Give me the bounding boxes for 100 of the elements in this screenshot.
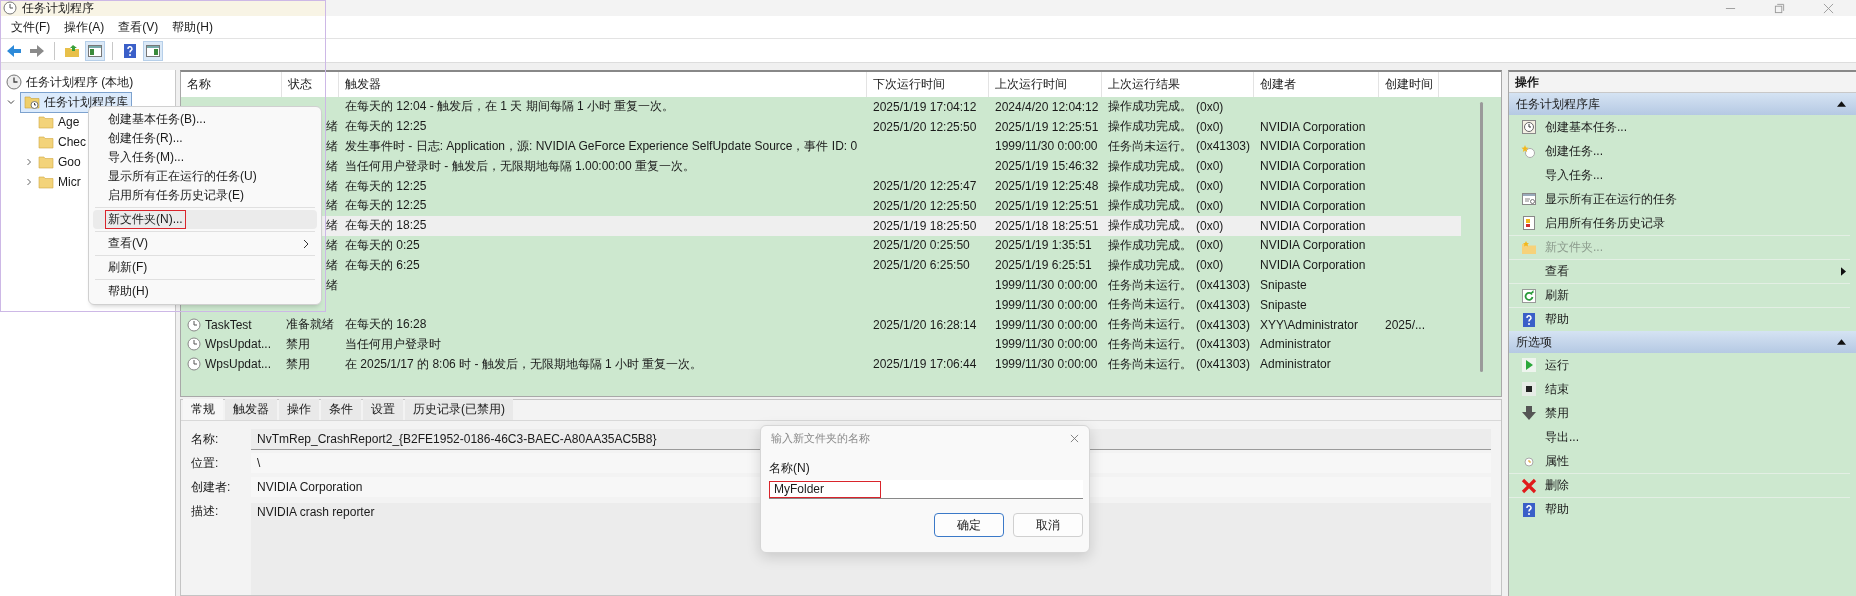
table-cell: 1999/11/30 0:00:00 (995, 337, 1098, 352)
dialog-title: 输入新文件夹的名称 (771, 430, 870, 446)
table-cell-text: 操作成功完成。 (1108, 197, 1193, 215)
table-cell-text: (0x0) (1196, 218, 1225, 233)
table-cell: XYY\Administrator (1260, 317, 1359, 332)
table-cell: 2025/... (1385, 317, 1426, 332)
table-cell-text: 操作成功完成。 (1108, 118, 1193, 136)
table-cell-text: (0x41303) (1196, 317, 1252, 332)
field-label: 位置: (191, 454, 220, 472)
field-label: 描述: (191, 503, 220, 520)
table-cell: 禁用 (286, 355, 310, 373)
table-cell: 在每天的 12:25 (345, 197, 427, 215)
table-cell: 在每天的 16:28 (345, 316, 427, 334)
panel-title: 操作 (1509, 72, 1856, 93)
table-cell-text: (0x0) (1196, 198, 1225, 213)
table-cell: NVIDIA Corporation (1260, 258, 1366, 273)
table-cell: 2024/4/20 12:04:12 (995, 99, 1099, 114)
table-cell: 绪 (326, 276, 339, 294)
table-cell: 绪 (326, 138, 339, 155)
table-cell-text: 任务尚未运行。 (1108, 138, 1193, 155)
table-cell: 绪 (326, 118, 339, 136)
table-cell: 1999/11/30 0:00:00 (995, 317, 1098, 332)
table-cell-text: (0x41303) (1196, 278, 1252, 293)
table-cell-text: 任务尚未运行。 (1108, 355, 1193, 373)
table-cell: 2025/1/19 12:25:48 (995, 179, 1099, 194)
table-cell-text: (0x41303) (1196, 139, 1252, 154)
table-cell: 当任何用户登录时 - 触发后，无限期地每隔 1.00:00:00 重复一次。 (345, 157, 696, 175)
table-cell: 在每天的 18:25 (345, 217, 427, 235)
table-cell: 1999/11/30 0:00:00 (995, 357, 1098, 372)
table-cell-text: (0x41303) (1196, 297, 1252, 312)
table-cell-text: (0x0) (1196, 99, 1225, 114)
table-cell-text: (0x0) (1196, 179, 1225, 194)
table-cell: 绪 (326, 236, 339, 254)
table-cell: TaskTest (205, 317, 252, 332)
table-cell: 在 2025/1/17 的 8:06 时 - 触发后，无限期地每隔 1 小时 重复一次。 (345, 355, 703, 373)
table-cell: WpsUpdat... (205, 357, 272, 372)
table-cell: 2025/1/19 12:25:51 (995, 198, 1099, 213)
table-cell: 2025/1/19 17:06:44 (873, 357, 977, 372)
table-cell: Snipaste (1260, 278, 1307, 293)
table-cell: NVIDIA Corporation (1260, 119, 1366, 134)
table-cell: 2025/1/20 12:25:50 (873, 198, 977, 213)
table-cell: 发生事件时 - 日志: Application，源: NVIDIA GeForce Experience SelfUpdate Source，事件 ID: 0 (345, 138, 858, 155)
table-cell: 2025/1/19 15:46:32 (995, 159, 1099, 174)
table-cell-text: 操作成功完成。 (1108, 217, 1193, 235)
field-value: NVIDIA Corporation (257, 480, 363, 494)
table-cell-text: 任务尚未运行。 (1108, 335, 1193, 353)
table-cell-text: (0x0) (1196, 258, 1225, 273)
table-cell: NVIDIA Corporation (1260, 139, 1366, 154)
table-cell-text: (0x41303) (1196, 337, 1252, 352)
table-cell: 绪 (326, 177, 339, 195)
table-cell: 1999/11/30 0:00:00 (995, 139, 1098, 154)
table-cell: Administrator (1260, 337, 1331, 352)
table-cell-text: (0x41303) (1196, 357, 1252, 372)
table-cell: 2025/1/20 0:25:50 (873, 238, 970, 253)
table-cell-text: 任务尚未运行。 (1108, 296, 1193, 314)
table-cell: 2025/1/19 1:35:51 (995, 238, 1092, 253)
table-cell: 1999/11/30 0:00:00 (995, 278, 1098, 293)
table-cell-text: 操作成功完成。 (1108, 236, 1193, 254)
field-label: 创建者: (191, 478, 232, 496)
table-cell: NVIDIA Corporation (1260, 218, 1366, 233)
table-cell: Administrator (1260, 357, 1331, 372)
table-cell: NVIDIA Corporation (1260, 238, 1366, 253)
table-cell: 绪 (326, 217, 339, 235)
table-cell: 1999/11/30 0:00:00 (995, 297, 1098, 312)
table-cell: 绪 (326, 157, 339, 175)
field-label: 名称(N) (769, 460, 811, 477)
table-cell: NVIDIA Corporation (1260, 179, 1366, 194)
table-cell-text: 操作成功完成。 (1108, 256, 1193, 274)
table-cell: NVIDIA Corporation (1260, 159, 1366, 174)
table-cell: 在每天的 12:25 (345, 177, 427, 195)
field-value: \ (257, 456, 261, 470)
table-cell-text: (0x0) (1196, 159, 1225, 174)
table-cell: 2025/1/20 16:28:14 (873, 317, 977, 332)
table-cell: 在每天的 0:25 (345, 236, 420, 254)
table-cell: 在每天的 12:04 - 触发后，在 1 天 期间每隔 1 小时 重复一次。 (345, 98, 675, 116)
table-cell: 当任何用户登录时 (345, 335, 441, 353)
table-cell: 在每天的 12:25 (345, 118, 427, 136)
table-cell-text: (0x0) (1196, 238, 1225, 253)
table-cell: 2025/1/19 17:04:12 (873, 99, 977, 114)
table-cell: 2025/1/19 12:25:51 (995, 119, 1099, 134)
table-cell-text: 任务尚未运行。 (1108, 316, 1193, 334)
table-cell: 绪 (326, 197, 339, 215)
table-cell: 禁用 (286, 335, 310, 353)
table-cell-text: 操作成功完成。 (1108, 177, 1193, 195)
table-cell: 2025/1/18 18:25:51 (995, 218, 1099, 233)
table-cell-text: 操作成功完成。 (1108, 157, 1193, 175)
window-title: 任务计划程序 (22, 0, 94, 17)
table-cell: NVIDIA Corporation (1260, 198, 1366, 213)
table-cell-text: 操作成功完成。 (1108, 98, 1193, 116)
table-cell: 2025/1/20 12:25:47 (873, 179, 977, 194)
table-cell: 在每天的 6:25 (345, 256, 420, 274)
table-cell: WpsUpdat... (205, 337, 272, 352)
table-cell: 2025/1/19 18:25:50 (873, 218, 977, 233)
table-cell: 2025/1/20 12:25:50 (873, 119, 977, 134)
table-cell: 准备就绪 (286, 316, 334, 334)
table-cell: 绪 (326, 256, 339, 274)
table-cell: 2025/1/20 6:25:50 (873, 258, 970, 273)
table-cell-text: (0x0) (1196, 119, 1225, 134)
field-label: 名称: (191, 430, 220, 448)
table-cell: Snipaste (1260, 297, 1307, 312)
